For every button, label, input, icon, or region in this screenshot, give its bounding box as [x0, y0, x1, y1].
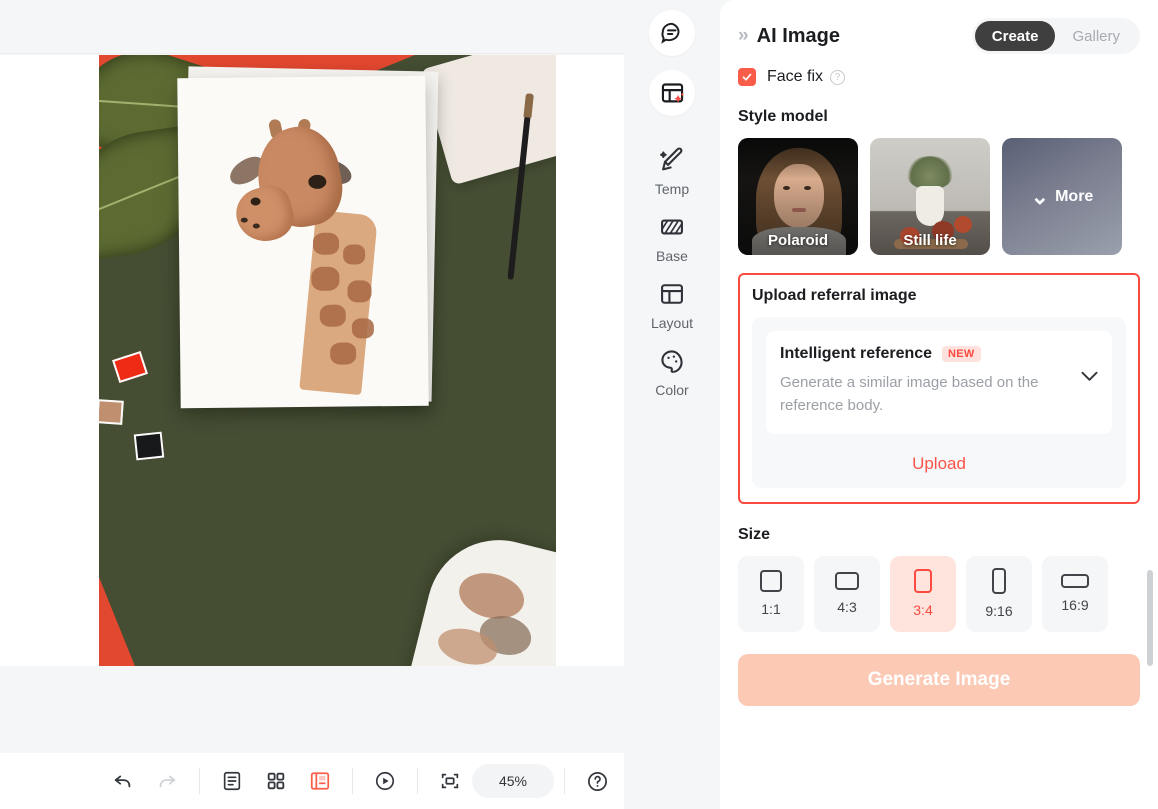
- panel-scrollbar-track[interactable]: [1147, 0, 1153, 809]
- toolbar-divider: [199, 768, 200, 794]
- rail-item-label: Color: [655, 382, 689, 398]
- face-fix-checkbox[interactable]: [738, 68, 756, 86]
- fit-screen-button[interactable]: [428, 761, 472, 801]
- question-circle-icon: [587, 771, 607, 791]
- size-options: 1:1 4:3 3:4 9:16 16:9: [738, 555, 1140, 632]
- photo-paper-top: [177, 75, 429, 409]
- app-root: 45% Temp Base Layout Color ›› AI Image C…: [0, 0, 1158, 809]
- size-label: 4:3: [837, 599, 857, 615]
- rail-item-temp[interactable]: Temp: [636, 146, 708, 197]
- check-icon: [742, 73, 752, 81]
- notes-button[interactable]: [210, 761, 254, 801]
- landscape-icon: [835, 572, 859, 590]
- rail-item-label: Layout: [650, 315, 694, 331]
- face-fix-label: Face fix: [767, 68, 824, 85]
- size-label: 9:16: [985, 603, 1013, 619]
- collapse-panel-button[interactable]: ››: [738, 25, 749, 47]
- size-title: Size: [738, 525, 771, 543]
- style-card-more[interactable]: ⌄ More: [1002, 138, 1122, 255]
- face-fix-help-icon[interactable]: ?: [830, 69, 846, 85]
- document-icon: [223, 771, 241, 791]
- style-card-label: Polaroid: [767, 232, 828, 249]
- palette-icon: [661, 350, 683, 373]
- size-option-1-1[interactable]: 1:1: [738, 555, 804, 632]
- rail-button-ai-design[interactable]: [649, 70, 695, 116]
- rail-item-base[interactable]: Base: [636, 213, 708, 264]
- bottom-toolbar: 45%: [0, 753, 720, 809]
- undo-icon: [114, 775, 131, 788]
- play-button[interactable]: [363, 761, 407, 801]
- size-label: 1:1: [761, 601, 781, 617]
- new-badge: NEW: [942, 346, 981, 362]
- size-option-4-3[interactable]: 4:3: [814, 555, 880, 632]
- pages-button[interactable]: [298, 761, 342, 801]
- style-card-polaroid[interactable]: Polaroid: [738, 138, 858, 255]
- size-option-16-9[interactable]: 16:9: [1042, 555, 1108, 632]
- size-label: 16:9: [1061, 597, 1089, 613]
- rail-item-color[interactable]: Color: [636, 347, 708, 398]
- redo-icon: [159, 775, 176, 788]
- canvas-page[interactable]: [0, 55, 624, 666]
- toolbar-divider-4: [564, 768, 565, 794]
- size-option-3-4[interactable]: 3:4: [890, 555, 956, 632]
- rail-button-comment[interactable]: [649, 10, 695, 56]
- undo-button[interactable]: [101, 761, 145, 801]
- style-card-label: More: [1055, 187, 1094, 205]
- photo-paint-pan-ochre: [99, 399, 124, 425]
- upload-referral-section: Upload referral image Intelligent refere…: [738, 273, 1140, 504]
- size-option-9-16[interactable]: 9:16: [966, 555, 1032, 632]
- canvas-photo[interactable]: [99, 55, 556, 666]
- intelligent-reference-description: Generate a similar image based on the re…: [780, 374, 1039, 415]
- upload-button[interactable]: Upload: [766, 454, 1112, 474]
- style-card-label: Still life: [903, 232, 957, 249]
- photo-paint-pan-black: [133, 431, 165, 461]
- toolbar-divider-2: [352, 768, 353, 794]
- texture-icon: [661, 219, 683, 235]
- page-title: AI Image: [756, 24, 841, 47]
- zoom-level[interactable]: 45%: [472, 764, 554, 798]
- tool-rail: Temp Base Layout Color: [624, 0, 720, 809]
- style-model-cards: Polaroid Still life ⌄ More: [738, 138, 1140, 255]
- help-button[interactable]: [575, 761, 619, 801]
- magic-wand-icon: [660, 147, 683, 171]
- tab-create[interactable]: Create: [974, 21, 1056, 51]
- play-circle-icon: [375, 771, 395, 791]
- generate-image-button[interactable]: Generate Image: [738, 653, 1140, 706]
- toolbar-divider-3: [417, 768, 418, 794]
- grid-button[interactable]: [254, 761, 298, 801]
- rail-item-label: Temp: [654, 181, 690, 197]
- ai-image-panel: ›› AI Image Create Gallery Face fix ? St…: [720, 0, 1158, 809]
- rail-item-layout[interactable]: Layout: [636, 280, 708, 331]
- book-icon: [310, 772, 330, 790]
- portrait-icon: [914, 569, 932, 593]
- photo-giraffe-painting: [206, 104, 399, 396]
- fit-screen-icon: [441, 773, 459, 789]
- face-fix-row: Face fix ?: [738, 68, 1140, 86]
- upload-referral-title: Upload referral image: [752, 287, 917, 304]
- tall-portrait-icon: [992, 568, 1006, 594]
- square-icon: [760, 570, 782, 592]
- style-card-still-life[interactable]: Still life: [870, 138, 990, 255]
- intelligent-reference-title: Intelligent reference: [780, 345, 933, 362]
- create-gallery-toggle: Create Gallery: [971, 18, 1140, 54]
- canvas-top-strip: [0, 0, 624, 54]
- wide-landscape-icon: [1061, 574, 1089, 588]
- layout-icon: [661, 284, 683, 304]
- chevron-down-icon[interactable]: [1081, 367, 1098, 387]
- redo-button[interactable]: [145, 761, 189, 801]
- rail-item-label: Base: [656, 248, 688, 264]
- panel-scrollbar-thumb[interactable]: [1147, 570, 1153, 666]
- chat-bubble-icon: [661, 22, 680, 44]
- size-label: 3:4: [913, 602, 933, 618]
- ai-layout-icon: [661, 82, 684, 102]
- intelligent-reference-card[interactable]: Intelligent reference NEW Generate a sim…: [766, 331, 1112, 434]
- canvas-area: 45%: [0, 0, 720, 809]
- chevron-down-glyph: [1081, 371, 1098, 381]
- tab-gallery[interactable]: Gallery: [1055, 21, 1137, 51]
- style-model-title: Style model: [738, 108, 828, 125]
- grid-icon: [267, 772, 285, 790]
- panel-header: ›› AI Image Create Gallery: [738, 0, 1140, 54]
